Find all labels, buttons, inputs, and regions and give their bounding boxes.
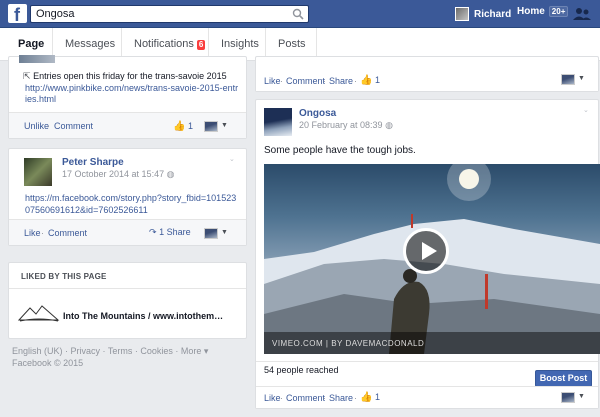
- separator: ·: [354, 76, 357, 86]
- comment-button[interactable]: Comment: [286, 76, 325, 86]
- page-avatar-icon[interactable]: [561, 74, 575, 85]
- chevron-down-icon[interactable]: ⌄: [229, 155, 235, 163]
- like-count[interactable]: 👍 1: [173, 121, 193, 132]
- tab-insights[interactable]: Insights: [221, 38, 259, 50]
- liked-page-name[interactable]: Into The Mountains / www.intothem…: [63, 311, 223, 321]
- post-card: Peter Sharpe 17 October 2014 at 15:47 ◍ …: [8, 148, 247, 246]
- liked-by-page-card: LIKED BY THIS PAGE Into The Mountains / …: [8, 262, 247, 339]
- footer-copyright: Facebook © 2015: [12, 358, 84, 368]
- thumbs-up-icon: 👍: [360, 392, 373, 403]
- post-actions: Like · Comment ↷ 1 Share ▼: [9, 219, 246, 245]
- post-time-value: 20 February at 08:39: [299, 120, 383, 130]
- post-actions: Like · Comment · Share · 👍 1 ▼: [256, 386, 598, 408]
- separator: ·: [41, 228, 44, 238]
- page-avatar-icon[interactable]: [561, 392, 575, 403]
- into-the-mountains-logo-icon[interactable]: [18, 304, 60, 324]
- post-time-value: 17 October 2014 at 15:47: [62, 169, 165, 179]
- chevron-down-icon[interactable]: ▼: [221, 122, 228, 129]
- separator: ·: [280, 393, 283, 403]
- like-count-value: 1: [187, 121, 193, 131]
- post-link[interactable]: http://www.pinkbike.com/news/trans-savoi…: [25, 83, 240, 105]
- share-count-value: 1 Share: [159, 227, 191, 237]
- comment-button[interactable]: Comment: [54, 121, 93, 131]
- tab-posts[interactable]: Posts: [278, 38, 306, 50]
- boost-post-button[interactable]: Boost Post: [535, 370, 592, 387]
- footer: English (UK) · Privacy · Terms · Cookies…: [12, 345, 208, 369]
- search-value: Ongosa: [36, 8, 75, 20]
- post-author[interactable]: Peter Sharpe: [62, 157, 124, 168]
- like-count-value: 1: [374, 75, 380, 85]
- post-text: Entries open this friday for the trans-s…: [33, 71, 227, 81]
- thumbs-up-icon: 👍: [360, 75, 373, 86]
- like-button[interactable]: Like: [24, 228, 41, 238]
- play-button[interactable]: [403, 228, 449, 274]
- avatar[interactable]: [24, 158, 52, 186]
- tab-notifications-label: Notifications: [134, 38, 194, 50]
- separator: ·: [280, 76, 283, 86]
- separator: ·: [323, 76, 326, 86]
- home-label: Home: [517, 6, 545, 17]
- avatar: [455, 7, 469, 21]
- post-time: 20 February at 08:39 ◍: [299, 120, 393, 131]
- divider: [9, 288, 246, 289]
- like-button[interactable]: Like: [264, 393, 281, 403]
- home-badge: 20+: [548, 6, 569, 17]
- post-actions: Unlike · Comment 👍 1 ▼: [9, 112, 246, 138]
- post-card: Ongosa 20 February at 08:39 ◍ ⌄ Some peo…: [255, 99, 600, 409]
- comment-button[interactable]: Comment: [48, 228, 87, 238]
- page-avatar-icon[interactable]: [204, 121, 218, 132]
- post-actions: Like · Comment · Share · 👍 1 ▼: [256, 59, 598, 91]
- reach-stat[interactable]: 54 people reached: [264, 365, 339, 375]
- post-time: 17 October 2014 at 15:47 ◍: [62, 169, 174, 180]
- share-link-icon: ⇱: [23, 71, 31, 81]
- home-link[interactable]: Home 20+: [517, 6, 569, 17]
- share-button[interactable]: Share: [329, 393, 353, 403]
- video-credit: VIMEO.COM | BY DAVEMACDONALD: [264, 332, 600, 354]
- profile-link[interactable]: Richard: [455, 6, 511, 22]
- post-card: ⇱ Entries open this friday for the trans…: [8, 55, 247, 139]
- tab-notifications[interactable]: Notifications 6: [134, 38, 206, 50]
- globe-icon: ◍: [166, 169, 175, 179]
- comment-button[interactable]: Comment: [286, 393, 325, 403]
- chevron-down-icon[interactable]: ▼: [221, 229, 228, 236]
- search-input[interactable]: Ongosa: [30, 5, 309, 23]
- like-button[interactable]: Like: [264, 76, 281, 86]
- unlike-button[interactable]: Unlike: [24, 121, 49, 131]
- chevron-down-icon[interactable]: ▼: [578, 75, 585, 82]
- video-player[interactable]: VIMEO.COM | BY DAVEMACDONALD: [264, 164, 600, 354]
- section-title: LIKED BY THIS PAGE: [21, 272, 107, 281]
- like-count[interactable]: 👍 1: [360, 392, 380, 403]
- page-avatar-icon[interactable]: [204, 228, 218, 239]
- separator: ·: [47, 121, 50, 131]
- chevron-down-icon[interactable]: ▼: [578, 393, 585, 400]
- thumbs-up-icon: 👍: [173, 121, 186, 132]
- post-body: ⇱ Entries open this friday for the trans…: [23, 71, 243, 82]
- notifications-badge: 6: [196, 40, 206, 50]
- footer-links[interactable]: English (UK) · Privacy · Terms · Cookies…: [12, 345, 208, 357]
- post-author[interactable]: Ongosa: [299, 108, 336, 119]
- post-thumbnail: [19, 55, 55, 63]
- chevron-down-icon[interactable]: ⌄: [583, 106, 589, 114]
- post-text: Some people have the tough jobs.: [264, 145, 416, 156]
- tab-page[interactable]: Page: [18, 38, 44, 50]
- separator: ·: [323, 393, 326, 403]
- avatar[interactable]: [264, 108, 292, 136]
- like-count[interactable]: 👍 1: [360, 75, 380, 86]
- share-count[interactable]: ↷ 1 Share: [149, 227, 191, 238]
- separator: ·: [354, 393, 357, 403]
- post-card: Like · Comment · Share · 👍 1 ▼: [255, 56, 599, 92]
- post-link[interactable]: https://m.facebook.com/story.php?story_f…: [25, 192, 240, 216]
- like-count-value: 1: [374, 392, 380, 402]
- globe-icon: ◍: [385, 120, 393, 130]
- share-button[interactable]: Share: [329, 76, 353, 86]
- friend-requests-icon[interactable]: [572, 7, 592, 21]
- facebook-logo-icon[interactable]: f: [8, 4, 27, 25]
- user-name: Richard: [474, 8, 512, 20]
- top-navigation-bar: f Ongosa Richard Home 20+: [0, 0, 600, 28]
- search-icon[interactable]: [292, 8, 304, 20]
- tab-messages[interactable]: Messages: [65, 38, 115, 50]
- share-icon: ↷: [149, 227, 157, 237]
- divider: [256, 361, 598, 362]
